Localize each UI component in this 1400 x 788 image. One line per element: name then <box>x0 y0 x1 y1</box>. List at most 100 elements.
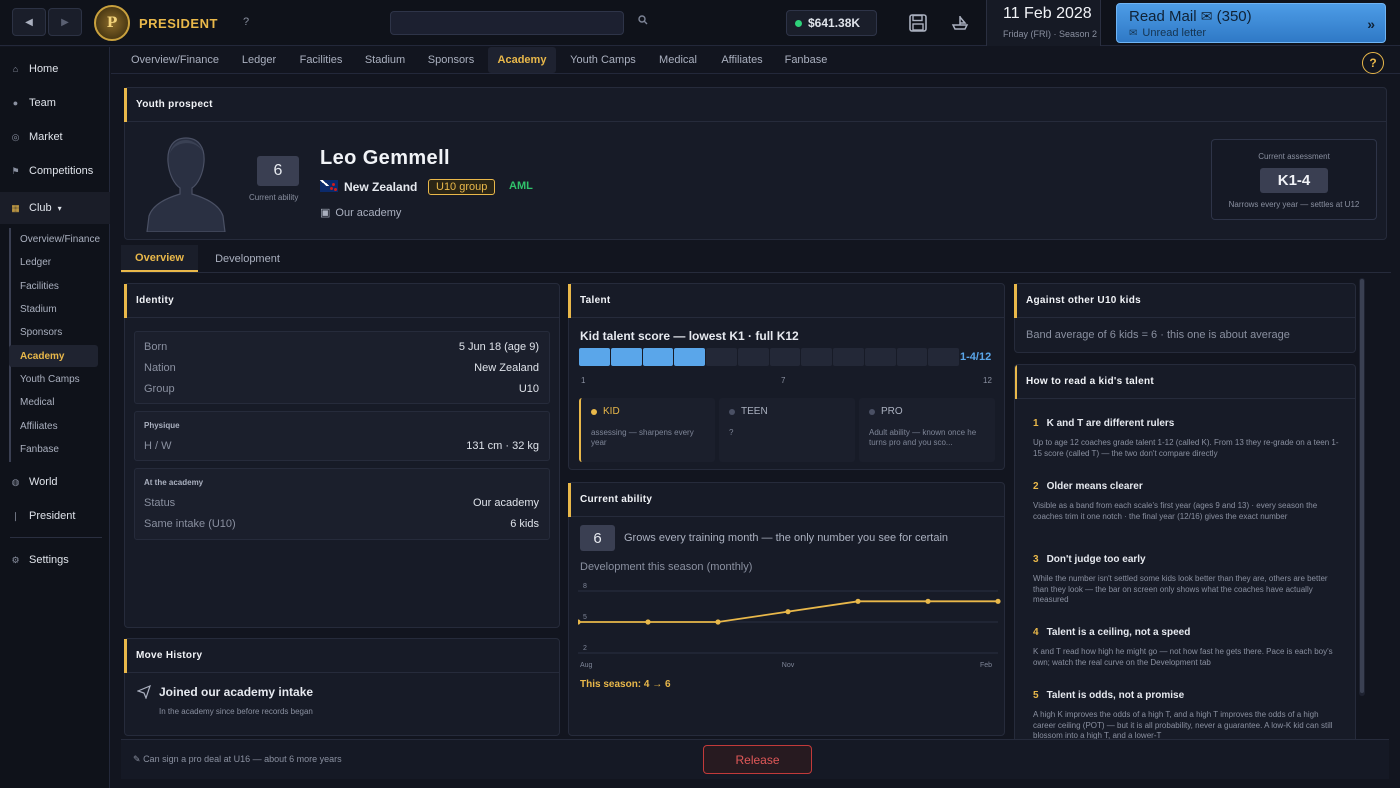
how-item-title: K and T are different rulers <box>1046 418 1175 429</box>
current-ability-value: 6 <box>257 156 299 186</box>
move-history-panel: Move History Joined our academy intake I… <box>124 638 560 736</box>
tab-ledger[interactable]: Ledger <box>232 47 286 73</box>
assessment-value: K1-4 <box>1260 168 1328 193</box>
sidebar-item-market[interactable]: ◎ Market <box>0 122 110 152</box>
how-item-number: 3 <box>1033 554 1039 565</box>
forward-button[interactable]: ▶ <box>48 8 82 36</box>
stage-name: KID <box>603 406 620 417</box>
development-chart: 2 5 8 Aug Nov Feb <box>578 583 1003 678</box>
sidebar-item-label: President <box>29 510 76 522</box>
row-value: 5 Jun 18 (age 9) <box>458 341 539 353</box>
sidebar-item-president[interactable]: ❘ President <box>0 501 110 531</box>
sidebar-divider <box>10 537 102 538</box>
scrollbar-thumb[interactable] <box>1360 279 1364 693</box>
talent-segment <box>928 348 959 366</box>
tab-affiliates[interactable]: Affiliates <box>712 47 772 73</box>
panel-header: Identity <box>124 284 559 318</box>
sidebar-sub-ledger[interactable]: Ledger <box>9 251 98 273</box>
stage-header: TEEN <box>729 406 768 417</box>
tab-stadium[interactable]: Stadium <box>356 47 414 73</box>
ship-icon[interactable] <box>950 13 970 33</box>
sidebar-item-label: Market <box>29 131 63 143</box>
sidebar-item-home[interactable]: ⌂ Home <box>0 54 110 84</box>
date-panel[interactable]: 11 Feb 2028 Friday (FRI) · Season 2 <box>986 0 1101 46</box>
player-avatar <box>143 132 229 232</box>
how-item-number: 1 <box>1033 418 1039 429</box>
release-button[interactable]: Release <box>703 745 812 774</box>
tab-facilities[interactable]: Facilities <box>291 47 351 73</box>
identity-row: Group U10 <box>144 383 539 395</box>
read-mail-button[interactable]: Read Mail ✉ (350) ✉ Unread letter » <box>1116 3 1386 43</box>
help-button[interactable]: ? <box>243 16 249 28</box>
tab-youth-camps[interactable]: Youth Camps <box>563 47 643 73</box>
building-icon: ▣ <box>320 207 331 219</box>
tab-academy[interactable]: Academy <box>488 47 556 73</box>
development-point <box>578 619 581 625</box>
stage-header: KID <box>591 406 620 417</box>
help-icon[interactable]: ? <box>1362 52 1384 74</box>
development-point <box>855 598 861 604</box>
y-tick-label: 2 <box>583 645 587 652</box>
club-logo[interactable]: P <box>94 5 130 41</box>
physique-label: Physique <box>144 421 180 430</box>
chevron-down-icon: ▾ <box>57 203 62 213</box>
row-key: Nation <box>144 362 176 374</box>
sidebar-sub-fanbase[interactable]: Fanbase <box>9 438 98 460</box>
settings-icon: ⚙ <box>11 554 20 565</box>
current-ability-panel: Current ability 6 Grows every training m… <box>568 482 1005 736</box>
how-item-title: Talent is odds, not a promise <box>1046 690 1185 701</box>
academy-label: Our academy <box>335 206 402 219</box>
against-text: Band average of 6 kids = 6 · this one is… <box>1026 329 1290 341</box>
mail-title-row: Read Mail ✉ (350) <box>1129 8 1385 25</box>
new-zealand-flag-icon <box>320 180 338 192</box>
sidebar-sub-sponsors[interactable]: Sponsors <box>9 321 98 343</box>
sidebar-sub-affiliates[interactable]: Affiliates <box>9 415 98 437</box>
sidebar-item-world[interactable]: ◍ World <box>0 467 110 497</box>
sidebar-item-competitions[interactable]: ⚑ Competitions <box>0 156 110 186</box>
talent-segment <box>642 348 674 366</box>
row-value: New Zealand <box>474 362 539 374</box>
tab-overview-finance[interactable]: Overview/Finance <box>123 47 227 73</box>
search-input[interactable] <box>390 11 624 35</box>
save-icon[interactable] <box>908 13 928 33</box>
group-badge: U10 group <box>428 179 496 195</box>
how-item-header: 5 Talent is odds, not a promise <box>1033 690 1341 701</box>
how-item-body: While the number isn't settled some kids… <box>1033 574 1328 604</box>
footer-note: ✎ Can sign a pro deal at U16 — about 6 m… <box>133 754 342 765</box>
sidebar-sub-academy[interactable]: Academy <box>9 345 98 367</box>
pen-icon: ✎ <box>133 754 141 764</box>
sidebar-item-settings[interactable]: ⚙ Settings <box>0 545 110 575</box>
tab-overview[interactable]: Overview <box>121 245 198 272</box>
sidebar-sub-youth-camps[interactable]: Youth Camps <box>9 368 98 390</box>
against-others-panel: Against other U10 kids Band average of 6… <box>1014 283 1356 353</box>
sidebar-sub-medical[interactable]: Medical <box>9 391 98 413</box>
tab-fanbase[interactable]: Fanbase <box>778 47 834 73</box>
balance-status-dot <box>795 19 802 27</box>
tab-medical[interactable]: Medical <box>649 47 707 73</box>
double-chevron-icon: » <box>1367 16 1375 32</box>
sidebar-item-club[interactable]: ▦ Club ▾ <box>0 192 110 224</box>
mail-sub-row: ✉ Unread letter <box>1129 27 1385 39</box>
tab-sponsors[interactable]: Sponsors <box>419 47 483 73</box>
logo-letter: P <box>106 15 118 31</box>
tab-development[interactable]: Development <box>205 245 290 272</box>
talent-segment <box>674 348 705 366</box>
talent-segment <box>896 348 928 366</box>
date-subtitle: Friday (FRI) · Season 2 <box>1003 29 1098 39</box>
identity-panel: Identity Born 5 Jun 18 (age 9) Nation New … <box>124 283 560 628</box>
sidebar-item-team[interactable]: ● Team <box>0 88 110 118</box>
stage-dot <box>869 408 875 415</box>
sidebar-item-label: World <box>29 476 58 488</box>
development-point <box>785 609 791 615</box>
sidebar-sub-stadium[interactable]: Stadium <box>9 298 98 320</box>
panel-header: Youth prospect <box>124 88 1386 122</box>
panel-header: Against other U10 kids <box>1014 284 1355 318</box>
row-key: H / W <box>144 440 172 452</box>
development-point <box>715 619 721 625</box>
balance-display[interactable]: $641.38K <box>786 10 877 36</box>
search-icon[interactable] <box>638 15 648 25</box>
sidebar-sub-overview-finance[interactable]: Overview/Finance <box>9 228 100 250</box>
sidebar-sub-facilities[interactable]: Facilities <box>9 275 98 297</box>
back-button[interactable]: ◀ <box>12 8 46 36</box>
club-icon: ▦ <box>11 202 20 213</box>
